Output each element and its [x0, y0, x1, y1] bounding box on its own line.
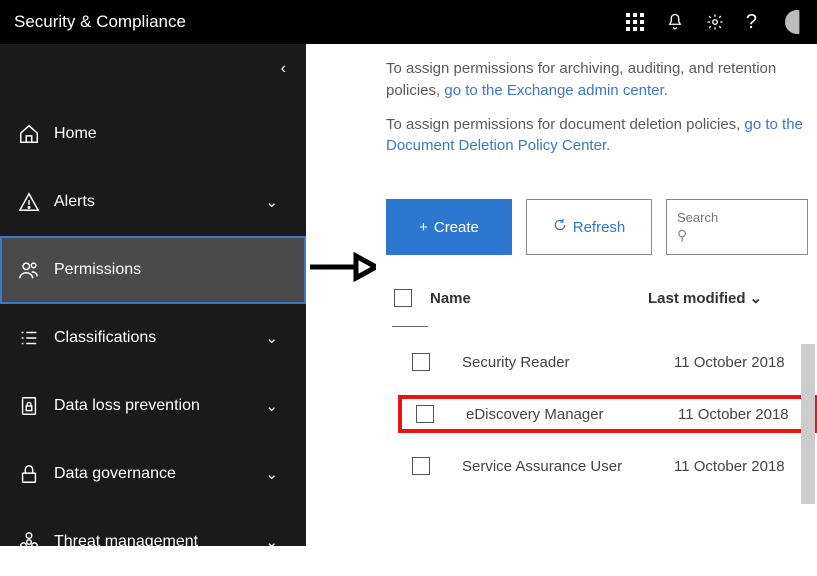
- sidebar-item-label: Data governance: [54, 465, 176, 483]
- column-header-modified[interactable]: Last modified ⌄: [648, 289, 762, 307]
- row-modified: 11 October 2018: [674, 458, 785, 475]
- sidebar-item-label: Classifications: [54, 329, 156, 347]
- lock-icon: [18, 463, 40, 485]
- main-content: To assign permissions for archiving, aud…: [306, 44, 817, 546]
- sidebar-item-classifications[interactable]: Classifications ⌄: [0, 304, 306, 372]
- action-row: + Create Refresh ⚲: [386, 199, 817, 255]
- table-row[interactable]: Security Reader 11 October 2018: [394, 343, 817, 381]
- sidebar-item-threat[interactable]: Threat management ⌄: [0, 508, 306, 576]
- sidebar-item-label: Threat management: [54, 533, 198, 551]
- app-title: Security & Compliance: [14, 12, 186, 32]
- row-modified: 11 October 2018: [678, 406, 789, 423]
- roles-table: Name Last modified ⌄ Security Reader 11 …: [394, 289, 817, 485]
- gear-icon[interactable]: [706, 13, 724, 31]
- sidebar-item-label: Home: [54, 125, 97, 143]
- waffle-icon[interactable]: [626, 13, 644, 31]
- select-all-checkbox[interactable]: [394, 289, 412, 307]
- chevron-down-icon: ⌄: [265, 193, 278, 211]
- biohazard-icon: [18, 531, 40, 553]
- row-name: Security Reader: [462, 354, 642, 371]
- search-icon: ⚲: [677, 227, 797, 244]
- row-name: Service Assurance User: [462, 458, 642, 475]
- exchange-admin-link[interactable]: go to the Exchange admin center: [444, 82, 663, 99]
- top-bar-icons: ?: [626, 10, 803, 34]
- create-button-label: Create: [434, 219, 479, 236]
- alert-icon: [18, 191, 40, 213]
- scrollbar-thumb[interactable]: [801, 344, 815, 504]
- nav-list: Home Alerts ⌄ Permissions Classification…: [0, 100, 306, 576]
- intro-text-2: To assign permissions for document delet…: [306, 114, 817, 158]
- avatar[interactable]: [785, 10, 809, 34]
- refresh-button[interactable]: Refresh: [526, 199, 652, 255]
- sidebar: ‹ Home Alerts ⌄ Permissions Classificati…: [0, 44, 306, 546]
- create-button[interactable]: + Create: [386, 199, 512, 255]
- collapse-chevron-icon[interactable]: ‹: [281, 60, 286, 78]
- table-divider: [392, 326, 428, 327]
- sidebar-item-label: Alerts: [54, 193, 95, 211]
- sidebar-item-permissions[interactable]: Permissions: [0, 236, 306, 304]
- chevron-down-icon: ⌄: [265, 465, 278, 483]
- chevron-down-icon: ⌄: [265, 397, 278, 415]
- refresh-icon: [553, 218, 567, 236]
- sidebar-item-label: Permissions: [54, 261, 141, 279]
- list-icon: [18, 327, 40, 349]
- sidebar-item-alerts[interactable]: Alerts ⌄: [0, 168, 306, 236]
- search-box[interactable]: ⚲: [666, 199, 808, 255]
- people-icon: [18, 259, 40, 281]
- sidebar-item-data-governance[interactable]: Data governance ⌄: [0, 440, 306, 508]
- chevron-down-icon: ⌄: [265, 533, 278, 551]
- help-icon[interactable]: ?: [746, 11, 757, 34]
- sidebar-item-home[interactable]: Home: [0, 100, 306, 168]
- plus-icon: +: [419, 219, 428, 236]
- table-row[interactable]: Service Assurance User 11 October 2018: [394, 447, 817, 485]
- intro-prefix-2: To assign permissions for document delet…: [386, 116, 745, 133]
- refresh-button-label: Refresh: [573, 219, 626, 236]
- intro-text-1: To assign permissions for archiving, aud…: [306, 58, 817, 102]
- lock-doc-icon: [18, 395, 40, 417]
- chevron-down-icon: ⌄: [265, 329, 278, 347]
- chevron-down-icon: ⌄: [750, 289, 763, 307]
- sidebar-item-label: Data loss prevention: [54, 397, 200, 415]
- column-header-name[interactable]: Name: [430, 290, 630, 307]
- row-checkbox[interactable]: [412, 457, 430, 475]
- table-header: Name Last modified ⌄: [394, 289, 817, 318]
- table-row-highlighted[interactable]: eDiscovery Manager 11 October 2018: [398, 395, 817, 433]
- sidebar-item-dlp[interactable]: Data loss prevention ⌄: [0, 372, 306, 440]
- row-checkbox[interactable]: [412, 353, 430, 371]
- column-header-modified-label: Last modified: [648, 290, 746, 307]
- row-checkbox[interactable]: [416, 405, 434, 423]
- home-icon: [18, 123, 40, 145]
- top-bar: Security & Compliance ?: [0, 0, 817, 44]
- search-input[interactable]: [677, 210, 797, 225]
- row-name: eDiscovery Manager: [466, 406, 646, 423]
- bell-icon[interactable]: [666, 13, 684, 31]
- row-modified: 11 October 2018: [674, 354, 785, 371]
